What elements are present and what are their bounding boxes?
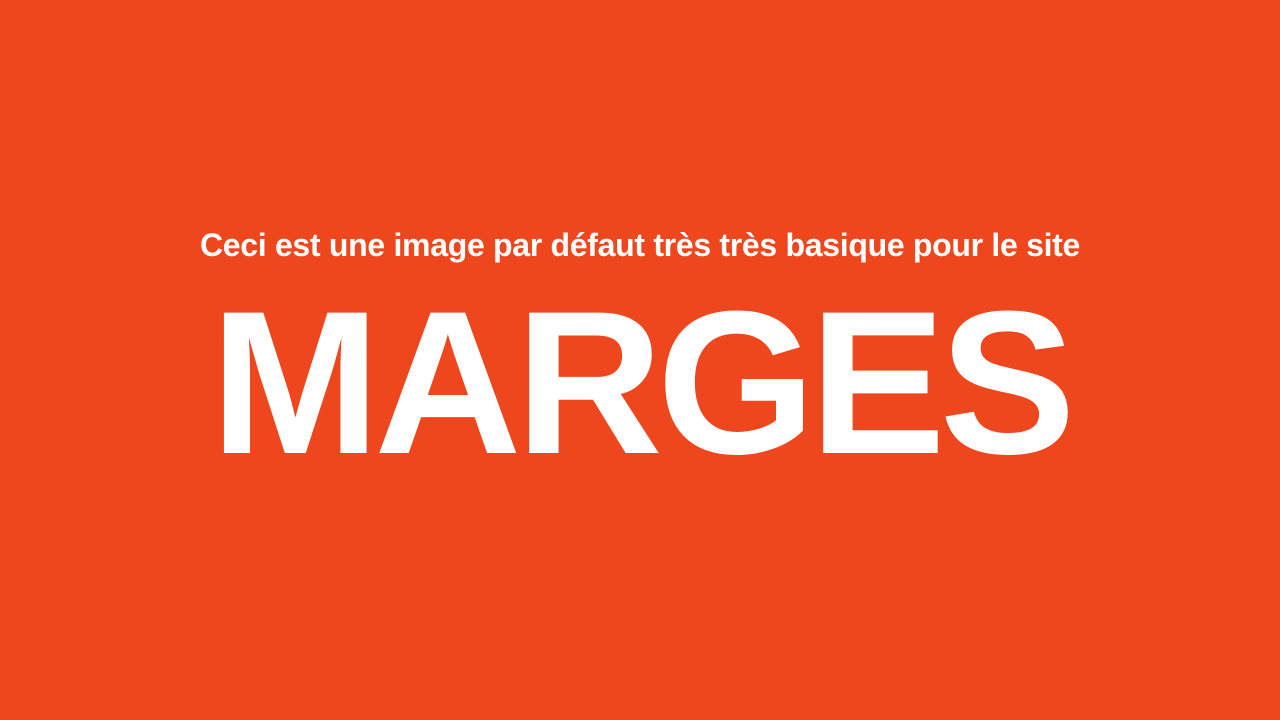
banner-subtitle: Ceci est une image par défaut très très … bbox=[199, 227, 1081, 263]
default-banner: Ceci est une image par défaut très très … bbox=[0, 0, 1280, 720]
site-wordmark: MARGES bbox=[210, 269, 1075, 497]
